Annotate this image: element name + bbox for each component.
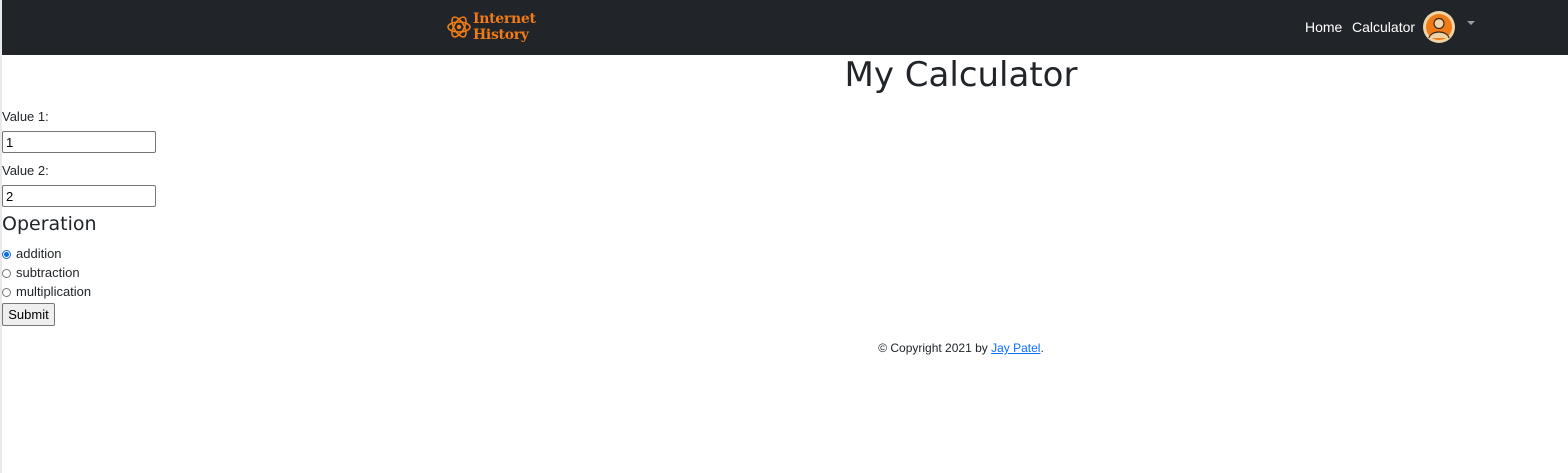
chevron-down-icon[interactable] (1467, 21, 1475, 25)
operation-heading: Operation (2, 213, 97, 235)
user-icon (1426, 14, 1452, 40)
brand-text-line1: Internet (473, 11, 536, 27)
atom-icon (447, 16, 471, 38)
nav-link-calculator[interactable]: Calculator (1352, 18, 1415, 36)
page-title: My Calculator (844, 55, 1078, 95)
radio-multiplication[interactable] (2, 287, 11, 297)
radio-option-addition[interactable]: addition (2, 245, 62, 263)
author-link[interactable]: Jay Patel (991, 341, 1040, 355)
copyright-text: © Copyright 2021 by (878, 341, 988, 355)
value2-label: Value 2: (2, 163, 49, 178)
value1-label: Value 1: (2, 109, 49, 124)
brand-text-line2: History (473, 27, 529, 43)
radio-label-addition: addition (16, 246, 62, 261)
radio-option-multiplication[interactable]: multiplication (2, 283, 91, 301)
radio-subtraction[interactable] (2, 268, 11, 278)
radio-label-multiplication: multiplication (16, 284, 92, 299)
user-avatar[interactable] (1423, 11, 1455, 43)
top-navbar: Internet History Home Calculator (2, 0, 1568, 55)
radio-option-subtraction[interactable]: subtraction (2, 264, 80, 282)
nav-link-home[interactable]: Home (1305, 18, 1342, 36)
value1-input[interactable] (2, 131, 156, 153)
radio-addition[interactable] (2, 249, 11, 259)
value2-input[interactable] (2, 185, 156, 207)
radio-label-subtraction: subtraction (16, 265, 80, 280)
footer: © Copyright 2021 by Jay Patel. (0, 340, 1568, 356)
submit-button[interactable]: Submit (2, 303, 55, 326)
brand-logo[interactable]: Internet History (446, 9, 546, 45)
copyright-suffix: . (1040, 341, 1044, 355)
